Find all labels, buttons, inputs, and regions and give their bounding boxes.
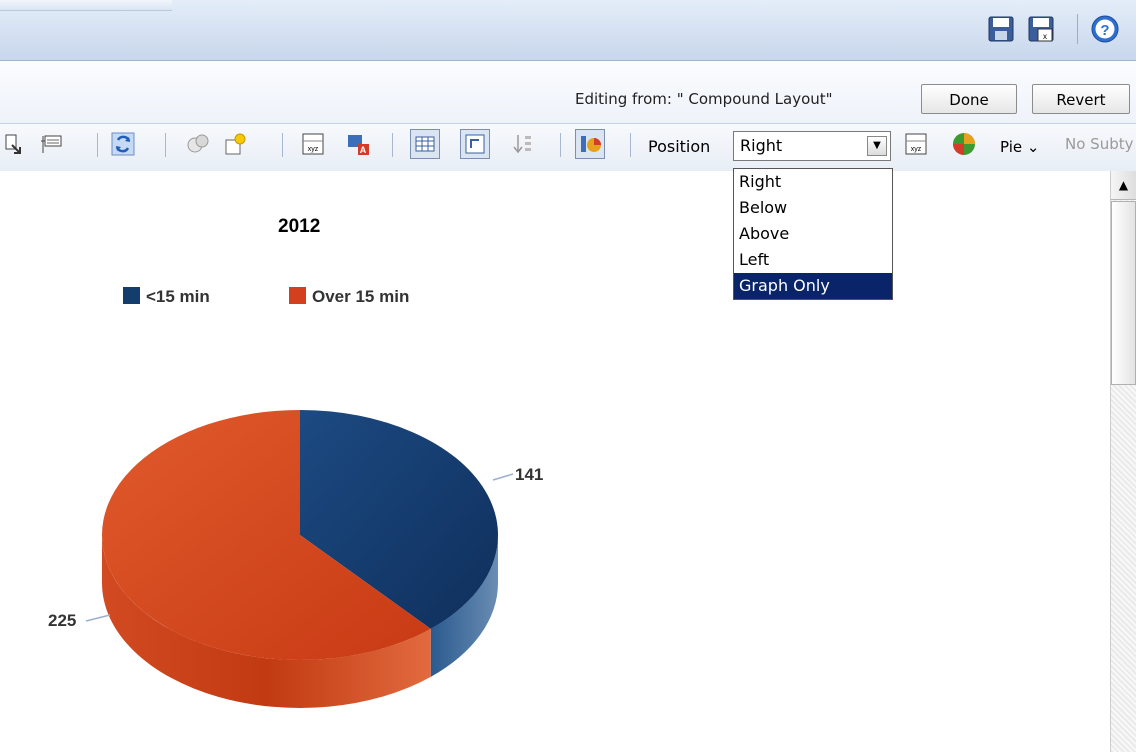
position-option-left[interactable]: Left xyxy=(734,247,892,273)
leader-lines xyxy=(85,473,514,622)
leader-line-225 xyxy=(85,614,111,622)
position-option-right[interactable]: Right xyxy=(734,169,892,195)
position-dropdown-list: Right Below Above Left Graph Only xyxy=(733,168,893,300)
position-option-above[interactable]: Above xyxy=(734,221,892,247)
position-option-below[interactable]: Below xyxy=(734,195,892,221)
position-option-graph-only[interactable]: Graph Only xyxy=(734,273,892,299)
leader-line-141 xyxy=(492,473,514,481)
